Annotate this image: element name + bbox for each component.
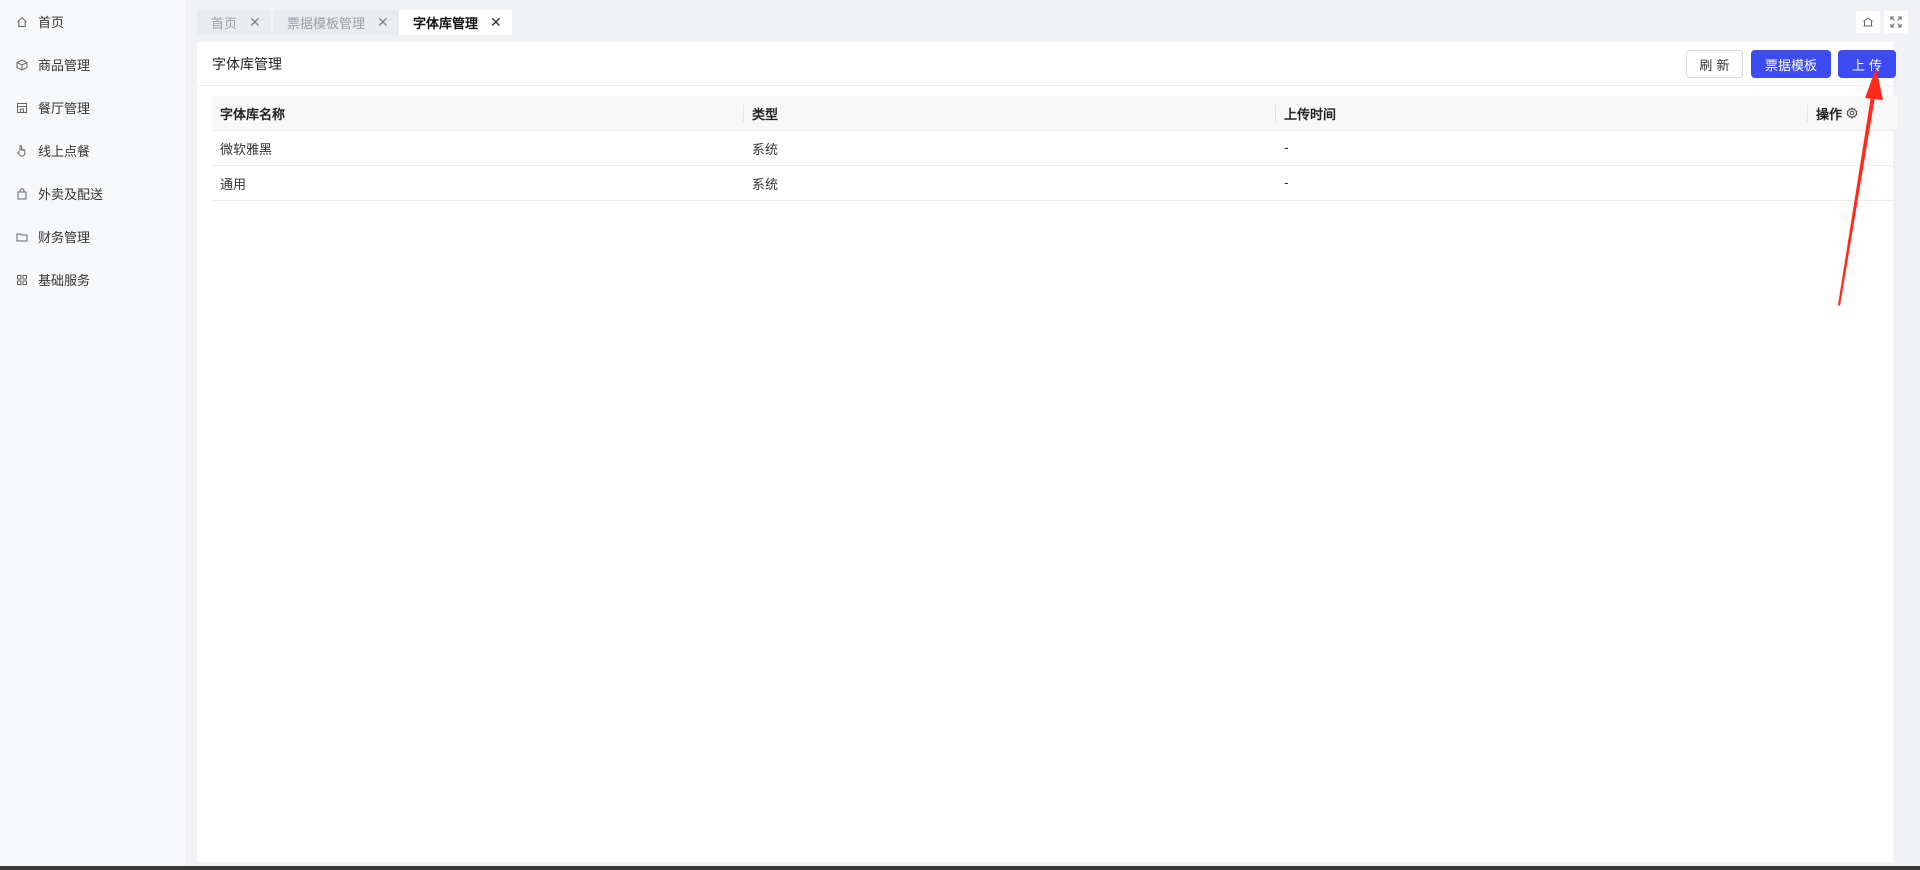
- sidebar-item-label: 商品管理: [38, 59, 91, 74]
- sidebar-item-label: 基础服务: [38, 274, 91, 289]
- sidebar-item-label: 首页: [38, 16, 65, 31]
- cell-type: 系统: [752, 142, 779, 158]
- upload-button[interactable]: 上 传: [1838, 50, 1896, 78]
- hand-pointer-icon: [15, 144, 29, 158]
- sidebar-item-products[interactable]: 商品管理: [0, 43, 186, 86]
- close-icon[interactable]: ✕: [249, 15, 261, 31]
- home-icon: [15, 15, 29, 29]
- sidebar-item-basic-services[interactable]: 基础服务: [0, 258, 186, 301]
- sidebar-item-finance[interactable]: 财务管理: [0, 215, 186, 258]
- grid-icon: [15, 273, 29, 287]
- main-panel: 字体库管理 刷 新 票据模板 上 传 字体库名称 类型 上传时间 操作 微软雅黑…: [197, 42, 1897, 862]
- tab-home[interactable]: 首页 ✕: [197, 10, 271, 35]
- table-row[interactable]: 通用 系统 -: [212, 166, 1897, 201]
- tab-label: 首页: [211, 17, 238, 32]
- cell-upload-time: -: [1284, 175, 1289, 191]
- cell-upload-time: -: [1284, 140, 1289, 156]
- refresh-button[interactable]: 刷 新: [1686, 50, 1743, 78]
- receipt-template-button[interactable]: 票据模板: [1751, 50, 1831, 78]
- cell-actions: [1808, 166, 1897, 200]
- gear-icon[interactable]: [1846, 107, 1858, 119]
- cell-type: 系统: [752, 177, 779, 193]
- sidebar-item-label: 外卖及配送: [38, 188, 104, 203]
- table-header: 字体库名称 类型 上传时间 操作: [212, 96, 1897, 131]
- sidebar: 首页 商品管理 餐厅管理 线上点餐 外卖及配送 财务管理 基础服务: [0, 0, 187, 870]
- home-icon: [1863, 17, 1873, 27]
- table-row[interactable]: 微软雅黑 系统 -: [212, 131, 1897, 166]
- column-header-actions-label: 操作: [1816, 107, 1843, 123]
- tab-label: 字体库管理: [413, 17, 479, 32]
- box-icon: [15, 58, 29, 72]
- sidebar-item-home[interactable]: 首页: [0, 0, 186, 43]
- cell-actions: [1808, 131, 1897, 165]
- close-icon[interactable]: ✕: [490, 15, 502, 31]
- close-icon[interactable]: ✕: [377, 15, 389, 31]
- page-title: 字体库管理: [212, 56, 282, 73]
- font-library-table: 字体库名称 类型 上传时间 操作 微软雅黑 系统 - 通用 系统 -: [212, 96, 1897, 201]
- column-header-actions: 操作: [1808, 96, 1897, 130]
- home-tab-button[interactable]: [1856, 11, 1880, 33]
- tab-font-library[interactable]: 字体库管理 ✕: [399, 10, 512, 35]
- sidebar-item-label: 餐厅管理: [38, 102, 91, 117]
- folder-icon: [15, 230, 29, 244]
- bottom-border: [0, 866, 1920, 870]
- panel-header: 字体库管理 刷 新 票据模板 上 传: [197, 42, 1896, 86]
- sidebar-item-label: 线上点餐: [38, 145, 91, 160]
- column-header-name: 字体库名称: [212, 96, 744, 130]
- cell-name: 通用: [220, 177, 247, 193]
- tab-label: 票据模板管理: [287, 17, 366, 32]
- sidebar-item-online-order[interactable]: 线上点餐: [0, 129, 186, 172]
- column-header-type: 类型: [744, 96, 1276, 130]
- sidebar-item-label: 财务管理: [38, 231, 91, 246]
- tab-bar: 首页 ✕ 票据模板管理 ✕ 字体库管理 ✕: [187, 0, 1920, 42]
- tab-receipt-templates[interactable]: 票据模板管理 ✕: [273, 10, 399, 35]
- expand-icon: [1890, 16, 1902, 28]
- fullscreen-button[interactable]: [1884, 11, 1908, 33]
- column-header-upload-time: 上传时间: [1276, 96, 1808, 130]
- sidebar-item-restaurant[interactable]: 餐厅管理: [0, 86, 186, 129]
- sidebar-item-delivery[interactable]: 外卖及配送: [0, 172, 186, 215]
- store-icon: [15, 101, 29, 115]
- cell-name: 微软雅黑: [220, 142, 273, 158]
- shopping-bag-icon: [15, 187, 29, 201]
